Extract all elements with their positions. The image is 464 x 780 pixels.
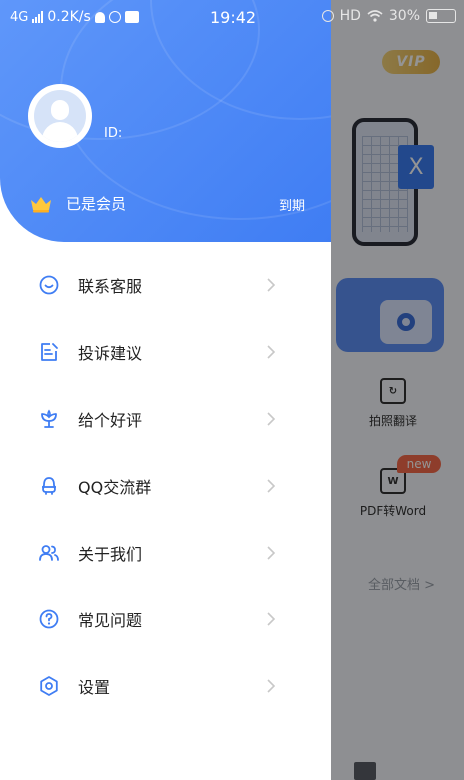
menu-item-about-us[interactable]: 关于我们 <box>0 519 331 586</box>
user-id-label: ID: <box>104 126 123 141</box>
message-icon <box>124 11 139 23</box>
menu-item-faq[interactable]: 常见问题 <box>0 586 331 653</box>
avatar[interactable] <box>28 84 92 148</box>
bell-icon <box>94 11 105 23</box>
people-icon <box>39 544 59 561</box>
crown-icon <box>31 197 51 213</box>
wifi-icon <box>367 10 383 22</box>
menu-item-feedback[interactable]: 投诉建议 <box>0 319 331 386</box>
side-drawer: ID: 已是会员 到期 联系客服 投诉建议 给个好评 QQ交流群 关于我们 常见… <box>0 0 331 780</box>
menu-label: QQ交流群 <box>78 477 152 497</box>
alarm-icon <box>321 10 334 22</box>
customer-service-icon <box>39 275 59 295</box>
drawer-header: ID: 已是会员 到期 <box>0 0 331 242</box>
chevron-right-icon <box>267 412 276 426</box>
chevron-right-icon <box>267 679 276 693</box>
network-speed: 0.2K/s <box>47 9 91 25</box>
network-type: 4G <box>10 9 29 25</box>
menu-item-settings[interactable]: 设置 <box>0 653 331 720</box>
chevron-right-icon <box>267 546 276 560</box>
edit-feedback-icon <box>41 343 58 362</box>
menu-label: 设置 <box>78 678 111 698</box>
chevron-right-icon <box>267 278 276 292</box>
menu-item-rate[interactable]: 给个好评 <box>0 386 331 453</box>
menu-label: 给个好评 <box>78 410 143 430</box>
expire-label: 到期 <box>278 199 305 214</box>
qq-group-icon <box>42 476 56 495</box>
hd-label: HD <box>339 8 361 24</box>
menu-label: 投诉建议 <box>78 344 143 364</box>
question-icon <box>39 609 59 629</box>
menu-item-contact-service[interactable]: 联系客服 <box>0 252 331 319</box>
chevron-right-icon <box>267 345 276 359</box>
status-bar: 4G 0.2K/s 19:42 HD 30% <box>0 0 464 34</box>
drawer-menu: 联系客服 投诉建议 给个好评 QQ交流群 关于我们 常见问题 设置 <box>0 252 331 720</box>
status-time: 19:42 <box>210 8 257 27</box>
signal-icon <box>32 11 44 23</box>
flower-rating-icon <box>41 409 57 428</box>
check-circle-icon <box>108 11 121 23</box>
chevron-right-icon <box>267 479 276 493</box>
chevron-right-icon <box>267 612 276 626</box>
menu-label: 常见问题 <box>78 611 143 631</box>
settings-icon <box>40 676 58 697</box>
member-status: 已是会员 <box>66 195 127 213</box>
battery-icon <box>426 9 456 23</box>
menu-label: 关于我们 <box>78 544 143 564</box>
battery-percent: 30% <box>388 8 420 24</box>
menu-item-qq-group[interactable]: QQ交流群 <box>0 452 331 519</box>
menu-label: 联系客服 <box>78 277 143 297</box>
